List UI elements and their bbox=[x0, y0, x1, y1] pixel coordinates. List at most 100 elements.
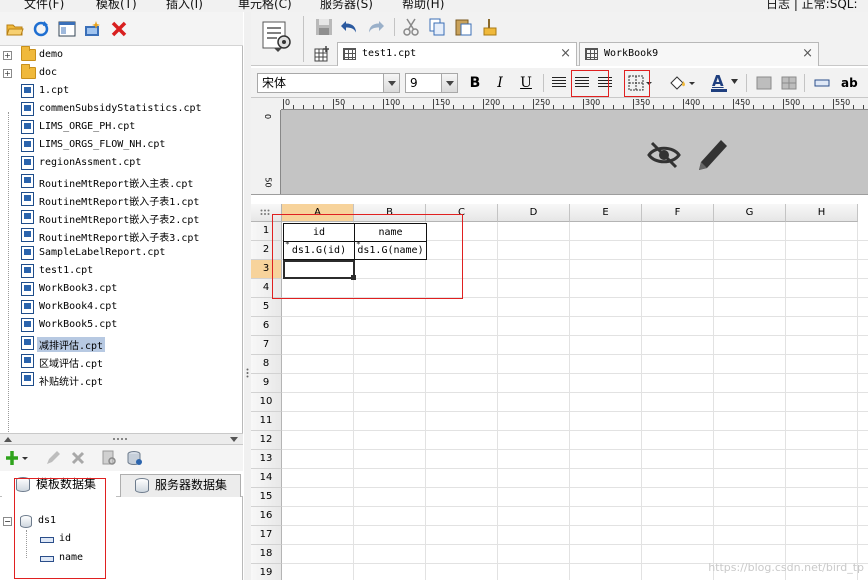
tree-file[interactable]: SampleLabelReport.cpt bbox=[0, 245, 243, 263]
dropdown-arrow-icon[interactable] bbox=[441, 74, 457, 92]
align-left-icon[interactable] bbox=[552, 77, 566, 88]
close-tab-icon[interactable]: × bbox=[802, 43, 813, 65]
italic-button[interactable]: I bbox=[490, 73, 510, 93]
text-field-button[interactable]: ab bbox=[841, 76, 858, 90]
expand-icon[interactable]: + bbox=[3, 69, 12, 78]
undo-icon[interactable] bbox=[340, 18, 358, 36]
tab-test1[interactable]: test1.cpt × bbox=[337, 42, 577, 66]
merge-cells-icon[interactable] bbox=[756, 75, 772, 91]
close-tab-icon[interactable]: × bbox=[560, 43, 571, 65]
ruler-tick bbox=[733, 99, 734, 109]
row-header-8[interactable]: 8 bbox=[251, 355, 282, 374]
tree-file[interactable]: RoutineMtReport嵌入主表.cpt bbox=[0, 173, 243, 191]
row-header-13[interactable]: 13 bbox=[251, 450, 282, 469]
paste-icon[interactable] bbox=[454, 18, 472, 36]
tree-file[interactable]: 区域评估.cpt bbox=[0, 353, 243, 371]
menu-template[interactable]: 模板(T) bbox=[96, 0, 137, 12]
tree-folder-doc[interactable]: + doc bbox=[0, 64, 243, 83]
expand-icon[interactable]: + bbox=[3, 51, 12, 60]
save-icon[interactable] bbox=[315, 18, 333, 36]
database-connect-icon[interactable] bbox=[127, 450, 143, 466]
refresh-icon[interactable] bbox=[32, 20, 50, 38]
split-cells-icon[interactable] bbox=[781, 75, 797, 91]
open-folder-icon[interactable] bbox=[6, 20, 24, 38]
tree-file[interactable]: WorkBook4.cpt bbox=[0, 299, 243, 317]
tree-file[interactable]: WorkBook3.cpt bbox=[0, 281, 243, 299]
tree-file[interactable]: regionAssment.cpt bbox=[0, 155, 243, 173]
edit-pencil-icon[interactable] bbox=[695, 136, 729, 172]
ruler-tick bbox=[423, 105, 424, 109]
collapse-down-icon[interactable] bbox=[230, 437, 238, 442]
dropdown-arrow-icon[interactable] bbox=[383, 74, 399, 92]
tree-file[interactable]: commenSubsidyStatistics.cpt bbox=[0, 101, 243, 119]
row-header-11[interactable]: 11 bbox=[251, 412, 282, 431]
file-label: 减排评估.cpt bbox=[37, 337, 106, 352]
copy-icon[interactable] bbox=[428, 18, 446, 36]
dropdown-arrow-icon[interactable] bbox=[731, 79, 738, 84]
hide-eye-icon[interactable] bbox=[647, 140, 681, 170]
tree-file[interactable]: LIMS_ORGS_FLOW_NH.cpt bbox=[0, 137, 243, 155]
redo-icon[interactable] bbox=[367, 18, 385, 36]
panel-splitter[interactable] bbox=[0, 433, 243, 445]
ruler-tick bbox=[713, 105, 714, 109]
grid-row-line bbox=[282, 373, 868, 374]
new-report-icon[interactable] bbox=[314, 46, 330, 62]
font-size-select[interactable]: 9 bbox=[405, 73, 458, 93]
collapse-icon[interactable]: − bbox=[3, 517, 12, 526]
column-header-G[interactable]: G bbox=[714, 204, 786, 222]
template-settings-icon[interactable] bbox=[260, 20, 294, 56]
collapse-up-icon[interactable] bbox=[4, 437, 12, 442]
tree-file[interactable]: test1.cpt bbox=[0, 263, 243, 281]
tree-file[interactable]: RoutineMtReport嵌入子表2.cpt bbox=[0, 209, 243, 227]
tree-file[interactable]: LIMS_ORGE_PH.cpt bbox=[0, 119, 243, 137]
row-header-18[interactable]: 18 bbox=[251, 545, 282, 564]
menu-help[interactable]: 帮助(H) bbox=[402, 0, 444, 12]
highlight-box-border bbox=[624, 70, 650, 97]
tree-file[interactable]: 补贴统计.cpt bbox=[0, 371, 243, 389]
delete-icon[interactable] bbox=[110, 20, 128, 38]
column-header-H[interactable]: H bbox=[786, 204, 858, 222]
text-color-button[interactable]: A bbox=[709, 72, 739, 94]
row-header-19[interactable]: 19 bbox=[251, 564, 282, 580]
tree-file[interactable]: RoutineMtReport嵌入子表1.cpt bbox=[0, 191, 243, 209]
column-header-D[interactable]: D bbox=[498, 204, 570, 222]
remove-icon[interactable] bbox=[70, 450, 86, 466]
row-header-16[interactable]: 16 bbox=[251, 507, 282, 526]
tree-file[interactable]: WorkBook5.cpt bbox=[0, 317, 243, 335]
add-dataset-icon[interactable] bbox=[6, 450, 30, 466]
row-header-7[interactable]: 7 bbox=[251, 336, 282, 355]
preview-icon[interactable] bbox=[101, 450, 117, 466]
format-painter-icon[interactable] bbox=[480, 18, 498, 36]
column-header-E[interactable]: E bbox=[570, 204, 642, 222]
row-header-5[interactable]: 5 bbox=[251, 298, 282, 317]
fill-color-icon[interactable] bbox=[668, 74, 696, 92]
underline-button[interactable]: U bbox=[516, 73, 536, 93]
column-header-F[interactable]: F bbox=[642, 204, 714, 222]
tree-file[interactable]: 1.cpt bbox=[0, 83, 243, 101]
row-header-6[interactable]: 6 bbox=[251, 317, 282, 336]
row-header-14[interactable]: 14 bbox=[251, 469, 282, 488]
tree-file[interactable]: RoutineMtReport嵌入子表3.cpt bbox=[0, 227, 243, 245]
edit-icon[interactable] bbox=[45, 450, 61, 466]
cut-icon[interactable] bbox=[402, 18, 420, 36]
tab-workbook9[interactable]: WorkBook9 × bbox=[579, 42, 819, 66]
menu-file[interactable]: 文件(F) bbox=[24, 0, 64, 12]
new-folder-icon[interactable] bbox=[84, 20, 102, 38]
tab-server-dataset[interactable]: 服务器数据集 bbox=[120, 474, 241, 497]
window-icon[interactable] bbox=[58, 20, 76, 38]
row-header-10[interactable]: 10 bbox=[251, 393, 282, 412]
vertical-splitter[interactable] bbox=[244, 12, 251, 580]
insert-field-icon[interactable] bbox=[814, 78, 830, 88]
row-header-15[interactable]: 15 bbox=[251, 488, 282, 507]
menu-insert[interactable]: 插入(I) bbox=[166, 0, 203, 12]
bold-button[interactable]: B bbox=[465, 73, 485, 93]
row-header-12[interactable]: 12 bbox=[251, 431, 282, 450]
row-header-17[interactable]: 17 bbox=[251, 526, 282, 545]
ruler-tick bbox=[783, 99, 784, 109]
menu-cell[interactable]: 单元格(C) bbox=[238, 0, 292, 12]
tree-folder-demo[interactable]: + demo bbox=[0, 46, 243, 65]
tree-file-selected[interactable]: 减排评估.cpt bbox=[0, 335, 243, 353]
menu-server[interactable]: 服务器(S) bbox=[320, 0, 373, 12]
row-header-9[interactable]: 9 bbox=[251, 374, 282, 393]
font-family-select[interactable]: 宋体 bbox=[257, 73, 400, 93]
